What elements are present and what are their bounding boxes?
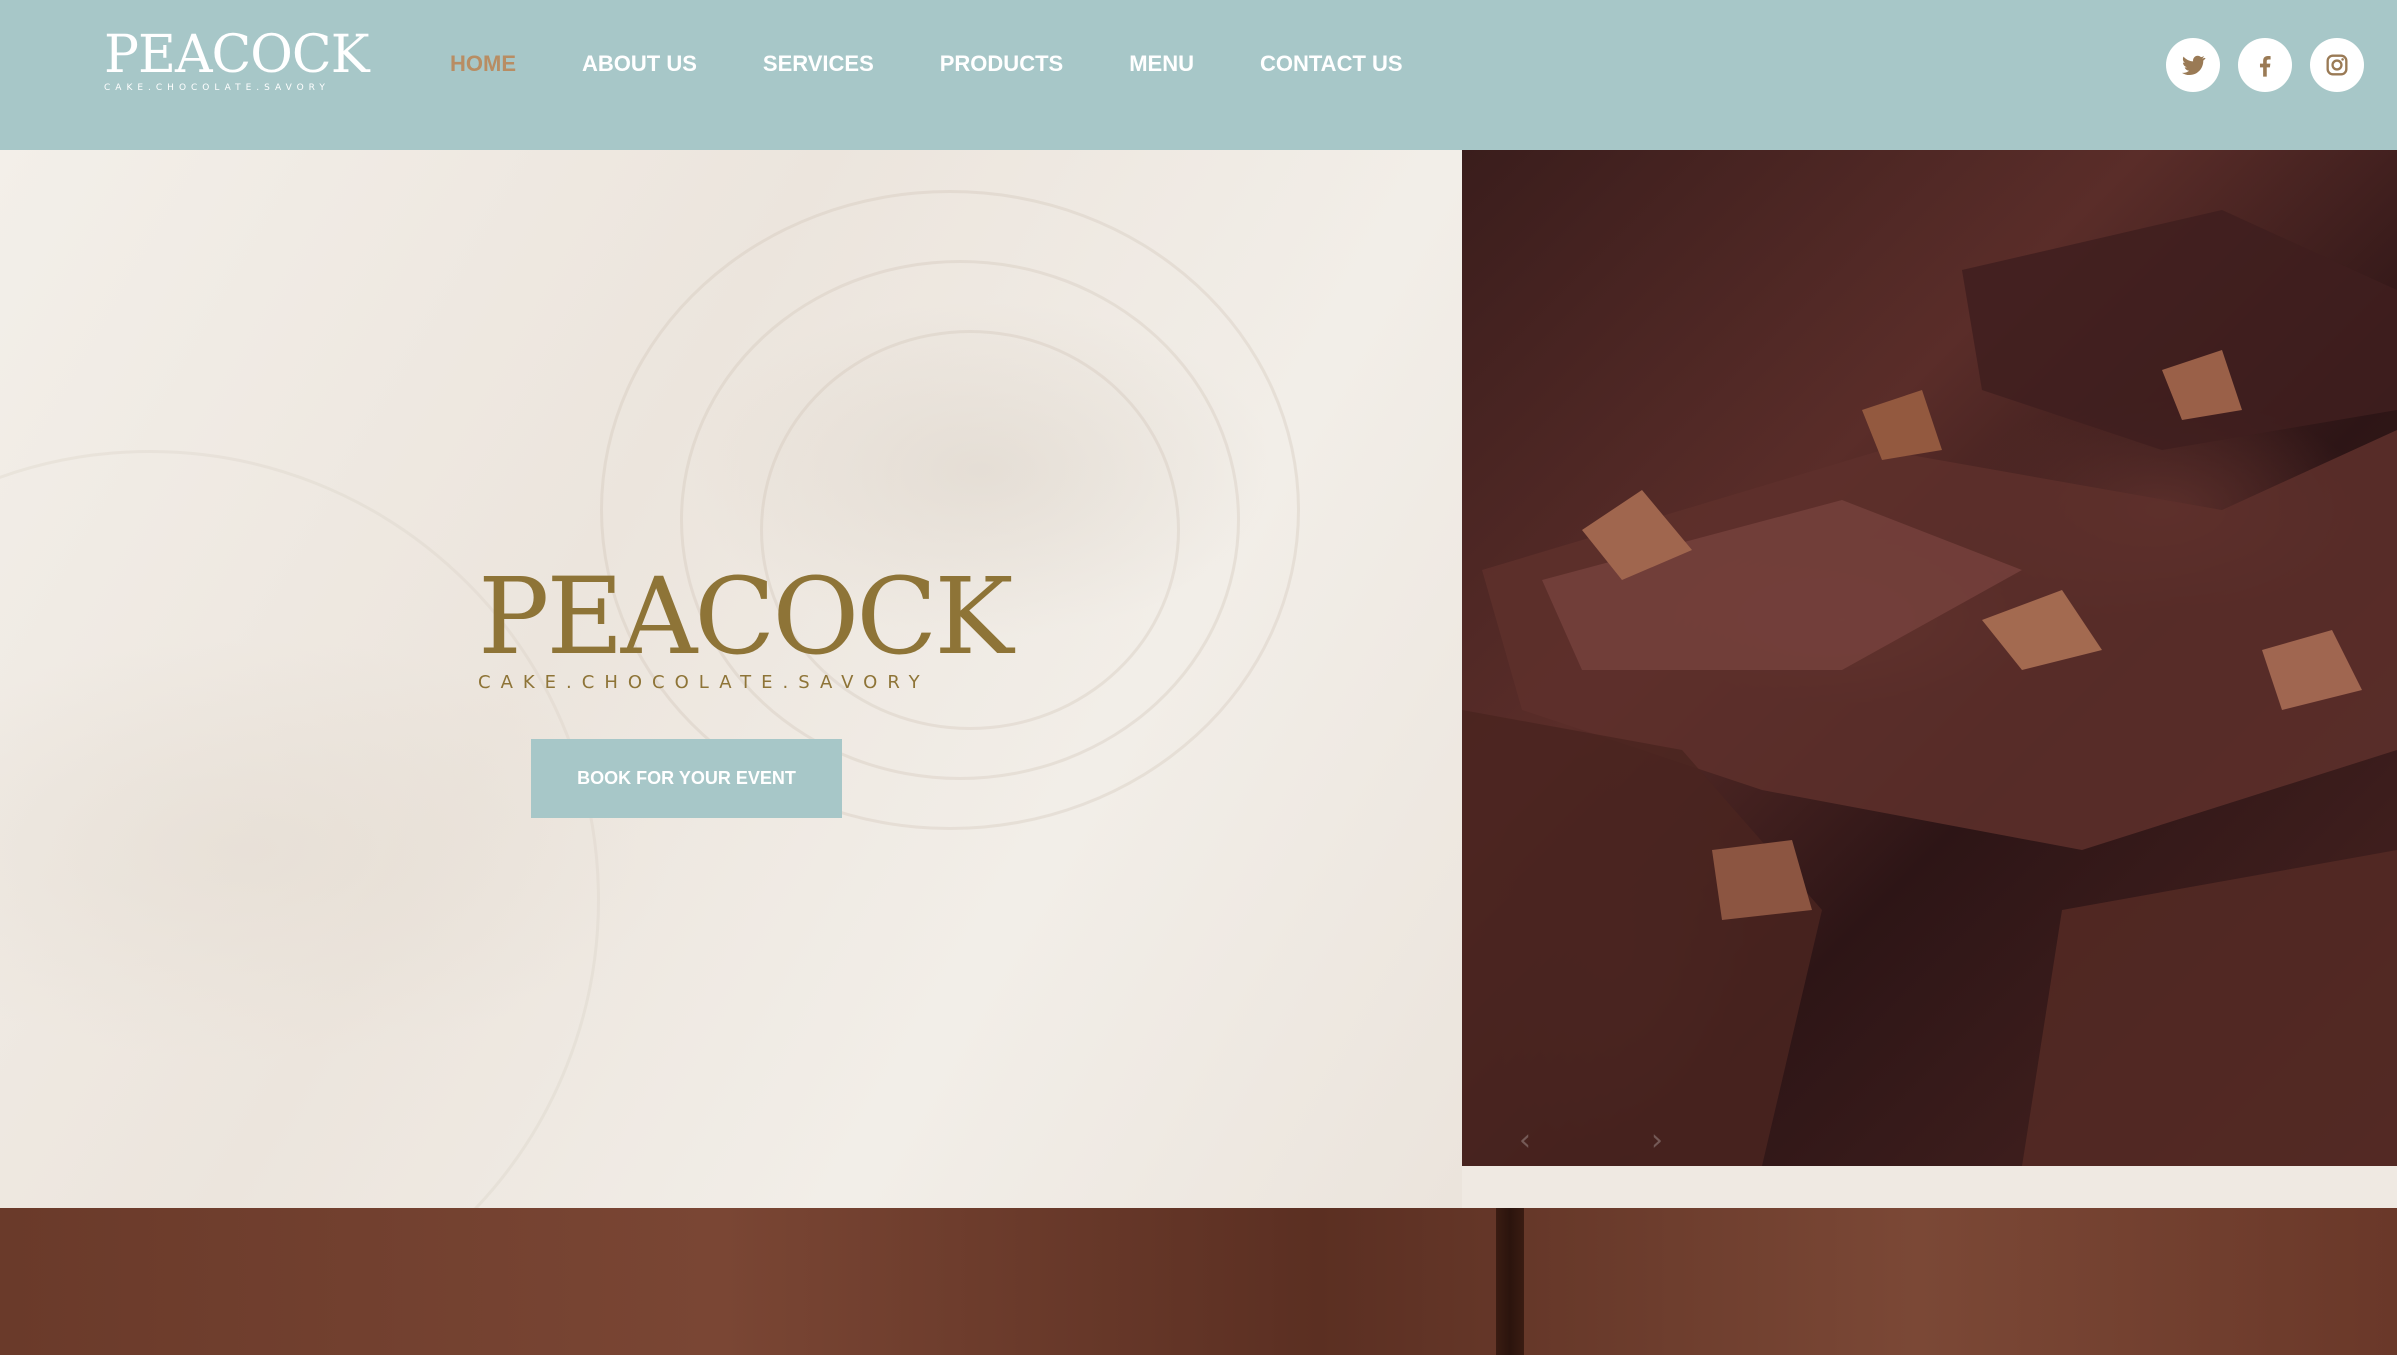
hero-logo-word: PEACOCK bbox=[478, 555, 1014, 678]
twitter-icon bbox=[2181, 55, 2206, 76]
twitter-link[interactable] bbox=[2166, 38, 2220, 92]
instagram-icon bbox=[2326, 54, 2348, 76]
chevron-right-icon: › bbox=[1651, 1122, 1663, 1158]
chocolate-band-image bbox=[0, 1208, 2397, 1355]
header-logo-tagline: CAKE.CHOCOLATE.SAVORY bbox=[104, 83, 330, 93]
nav-item-contact-us[interactable]: CONTACT US bbox=[1260, 46, 1403, 82]
nav-item-about-us[interactable]: ABOUT US bbox=[582, 46, 697, 82]
chocolate-drip bbox=[1496, 1208, 1524, 1355]
site-header: PEACOCK CAKE.CHOCOLATE.SAVORY HOME ABOUT… bbox=[0, 0, 2397, 150]
hero-logo bbox=[478, 408, 918, 538]
chocolate-hero-image bbox=[1462, 150, 2397, 1166]
main-nav: HOME ABOUT US SERVICES PRODUCTS MENU CON… bbox=[450, 46, 1469, 82]
nav-item-menu[interactable]: MENU bbox=[1129, 46, 1194, 82]
header-logo[interactable]: PEACOCK CAKE.CHOCOLATE.SAVORY bbox=[104, 25, 370, 98]
hero-logo: PEACOCK CAKE.CHOCOLATE.SAVORY bbox=[478, 555, 1014, 694]
slider-next-button[interactable]: › bbox=[1642, 1120, 1672, 1160]
instagram-link[interactable] bbox=[2310, 38, 2364, 92]
facebook-link[interactable] bbox=[2238, 38, 2292, 92]
chocolate-shards-illustration bbox=[1462, 210, 2397, 1166]
chevron-left-icon: ‹ bbox=[1519, 1122, 1531, 1158]
nav-item-products[interactable]: PRODUCTS bbox=[940, 46, 1063, 82]
hero-logo-tagline: CAKE.CHOCOLATE.SAVORY bbox=[478, 672, 930, 693]
nav-item-home[interactable]: HOME bbox=[450, 46, 516, 82]
book-event-button[interactable]: BOOK FOR YOUR EVENT bbox=[531, 739, 842, 818]
slider-prev-button[interactable]: ‹ bbox=[1510, 1120, 1540, 1160]
header-logo-word: PEACOCK bbox=[104, 25, 370, 85]
facebook-icon bbox=[2259, 56, 2271, 77]
nav-item-services[interactable]: SERVICES bbox=[763, 46, 874, 82]
